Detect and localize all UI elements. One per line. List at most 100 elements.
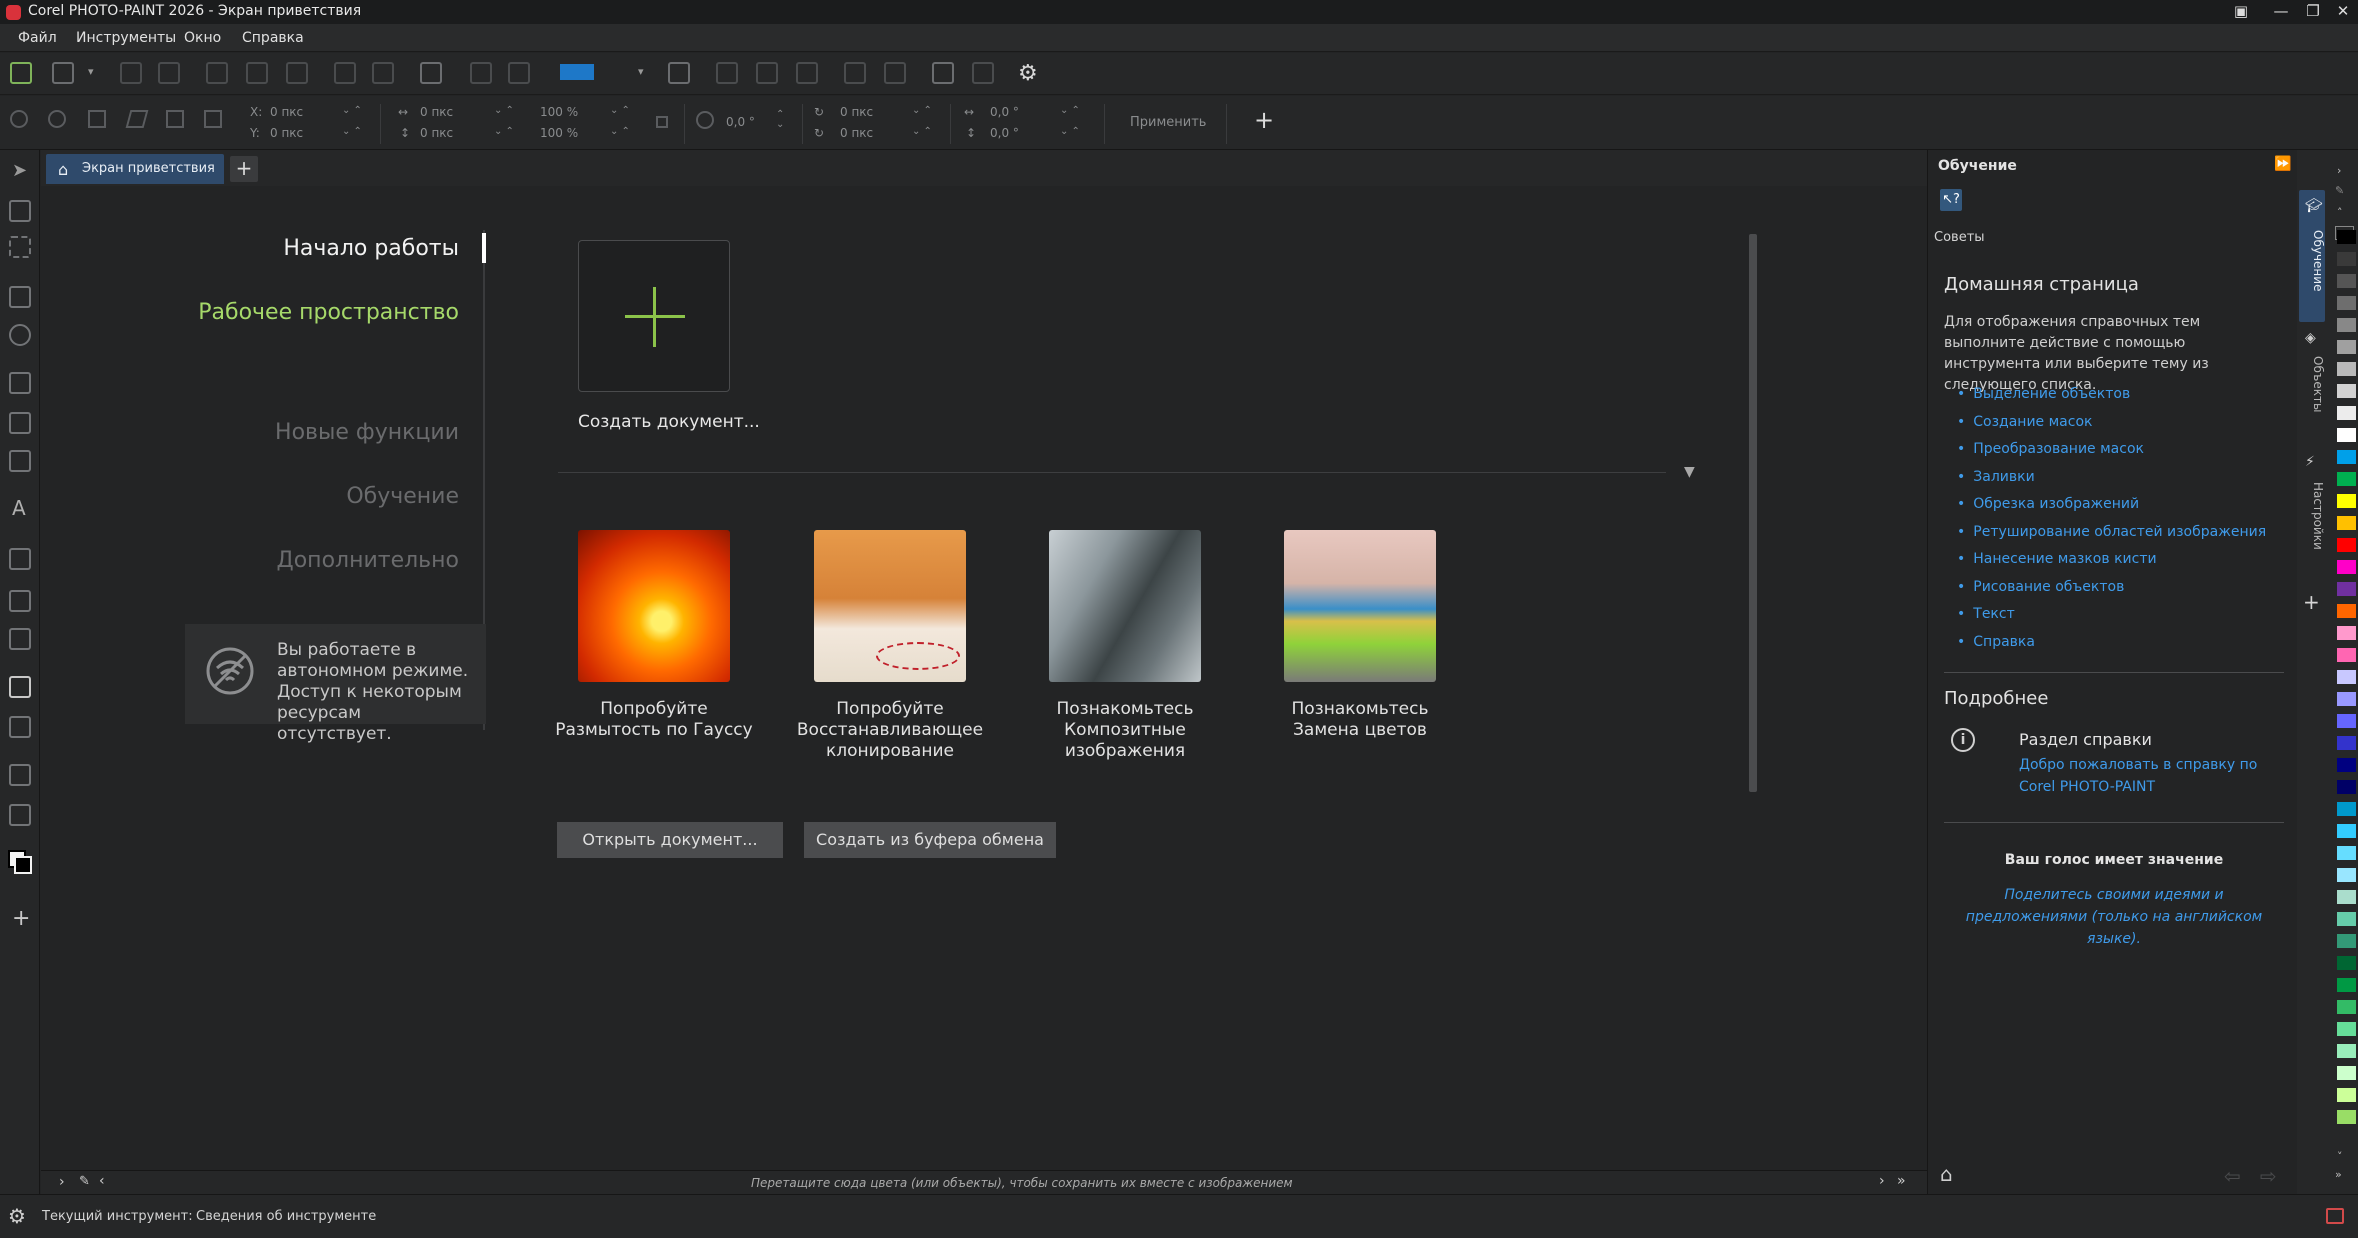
text-tool-icon[interactable]: A xyxy=(12,496,26,520)
color-swatch[interactable] xyxy=(2337,890,2356,904)
rotation-field[interactable]: 0,0 ° xyxy=(726,115,755,129)
ruler-icon[interactable] xyxy=(716,62,738,84)
save-icon[interactable] xyxy=(120,62,142,84)
paste-icon[interactable] xyxy=(286,62,308,84)
menu-help[interactable]: Справка xyxy=(242,30,304,46)
color-swatch[interactable] xyxy=(2337,516,2356,530)
help-link[interactable]: • Справка xyxy=(1957,634,2035,650)
help-link[interactable]: • Текст xyxy=(1957,606,2015,622)
color-swatch[interactable] xyxy=(2337,362,2356,376)
copy-icon[interactable] xyxy=(246,62,268,84)
color-swatch[interactable] xyxy=(2337,648,2356,662)
zoom-dropdown-icon[interactable]: ▾ xyxy=(638,65,644,78)
nav-learning[interactable]: Обучение xyxy=(346,484,459,509)
print-icon[interactable] xyxy=(158,62,180,84)
palette-scroll-down-icon[interactable]: ˅ xyxy=(2337,1150,2343,1163)
colorbar-right-icon[interactable]: › xyxy=(1879,1173,1885,1189)
move-icon[interactable] xyxy=(10,110,28,128)
add-tab-button[interactable]: + xyxy=(230,156,258,182)
color-swatch[interactable] xyxy=(2337,428,2356,442)
menu-window[interactable]: Окно xyxy=(184,30,221,46)
x-spinner[interactable]: ⌄ ⌃ xyxy=(342,105,362,116)
rotate-tool-icon[interactable] xyxy=(48,110,66,128)
color-swatch[interactable] xyxy=(2337,670,2356,684)
gear-icon[interactable]: ⚙ xyxy=(1018,61,1038,86)
export-icon[interactable] xyxy=(508,62,530,84)
color-swatch[interactable] xyxy=(2337,934,2356,948)
x-field[interactable]: 0 пкс xyxy=(270,105,303,119)
skew-h-spinner[interactable]: ⌄ ⌃ xyxy=(1060,105,1080,116)
card-gaussian-blur-image[interactable] xyxy=(578,530,730,682)
cut-icon[interactable] xyxy=(206,62,228,84)
help-link[interactable]: • Выделение объектов xyxy=(1957,386,2130,402)
color-swatch[interactable] xyxy=(2337,1088,2356,1102)
minimize-button[interactable]: — xyxy=(2266,0,2296,24)
undo-icon[interactable] xyxy=(334,62,356,84)
nav-whats-new[interactable]: Новые функции xyxy=(275,420,459,445)
nav-extras[interactable]: Дополнительно xyxy=(277,548,459,573)
tips-icon[interactable]: ↖? xyxy=(1940,189,1962,211)
width-field[interactable]: 0 пкс xyxy=(420,105,453,119)
color-swatch[interactable] xyxy=(2337,912,2356,926)
help-link[interactable]: • Заливки xyxy=(1957,469,2035,485)
help-link[interactable]: • Преобразование масок xyxy=(1957,441,2144,457)
new-document-icon[interactable] xyxy=(10,62,32,84)
open-dropdown-icon[interactable]: ▾ xyxy=(88,65,94,78)
brush-icon[interactable] xyxy=(9,548,31,570)
tab-objects[interactable]: Объекты xyxy=(2299,356,2325,412)
color-swatch[interactable] xyxy=(2337,758,2356,772)
help-window-icon[interactable]: ▣ xyxy=(2226,0,2256,24)
y-spinner[interactable]: ⌄ ⌃ xyxy=(342,126,362,137)
snap-icon[interactable] xyxy=(844,62,866,84)
color-swatch[interactable] xyxy=(2337,846,2356,860)
mask-icon[interactable] xyxy=(884,62,906,84)
tab-welcome-screen[interactable]: ⌂ Экран приветствия xyxy=(46,154,224,184)
color-swatch[interactable] xyxy=(2337,230,2356,244)
new-document-tile[interactable] xyxy=(578,240,730,392)
color-swatch[interactable] xyxy=(2337,538,2356,552)
scale-width-spinner[interactable]: ⌄ ⌃ xyxy=(610,105,630,116)
skew-h-field[interactable]: 0,0 ° xyxy=(990,105,1019,119)
redo-icon[interactable] xyxy=(372,62,394,84)
rectangle-icon[interactable] xyxy=(9,590,31,612)
height-field[interactable]: 0 пкс xyxy=(420,126,453,140)
color-swatch[interactable] xyxy=(2337,1000,2356,1014)
paint-bucket-icon[interactable] xyxy=(9,804,31,826)
apply-button[interactable]: Применить xyxy=(1130,115,1206,130)
color-swatch[interactable] xyxy=(2337,582,2356,596)
menu-tools[interactable]: Инструменты xyxy=(76,30,176,46)
color-swatch[interactable] xyxy=(2337,450,2356,464)
colorbar-eyedropper-icon[interactable]: ✎ xyxy=(79,1174,90,1189)
color-proof-icon[interactable] xyxy=(2326,1208,2344,1224)
color-swatch[interactable] xyxy=(2337,274,2356,288)
color-swatch[interactable] xyxy=(2337,340,2356,354)
object-marquee-icon[interactable] xyxy=(972,62,994,84)
color-swatch[interactable] xyxy=(2337,956,2356,970)
open-document-button[interactable]: Открыть документ... xyxy=(557,822,783,858)
color-swatch[interactable] xyxy=(2337,494,2356,508)
scrollbar[interactable] xyxy=(1749,234,1757,792)
height-spinner[interactable]: ⌄ ⌃ xyxy=(494,126,514,137)
color-swatch[interactable] xyxy=(2337,626,2356,640)
fill-icon[interactable] xyxy=(9,676,31,698)
color-swatch[interactable] xyxy=(2337,252,2356,266)
colorbar-expand-icon[interactable]: › xyxy=(59,1174,65,1190)
palette-expand-icon[interactable]: › xyxy=(2337,164,2341,177)
zoom-icon[interactable] xyxy=(9,324,31,346)
card-replace-colors-caption[interactable]: Познакомьтесь Замена цветов xyxy=(1260,699,1460,741)
feedback-link[interactable]: Поделитесь своими идеями и предложениями… xyxy=(1954,884,2274,950)
add-tool-icon[interactable]: + xyxy=(12,906,30,931)
card-healing-clone-caption[interactable]: Попробуйте Восстанавливающее клонировани… xyxy=(790,699,990,762)
center-x-spinner[interactable]: ⌄ ⌃ xyxy=(912,105,932,116)
align-icon[interactable] xyxy=(420,62,442,84)
guidelines-icon[interactable] xyxy=(796,62,818,84)
fit-page-icon[interactable] xyxy=(668,62,690,84)
card-replace-colors-image[interactable] xyxy=(1284,530,1436,682)
color-swatch[interactable] xyxy=(2337,824,2356,838)
lock-ratio-icon[interactable] xyxy=(656,116,668,128)
color-swatch[interactable] xyxy=(2337,736,2356,750)
forward-arrow-icon[interactable]: ⇨ xyxy=(2260,1164,2277,1188)
card-composite-image[interactable] xyxy=(1049,530,1201,682)
mask-transform-icon[interactable] xyxy=(9,236,31,258)
eyedropper-icon[interactable] xyxy=(9,764,31,786)
